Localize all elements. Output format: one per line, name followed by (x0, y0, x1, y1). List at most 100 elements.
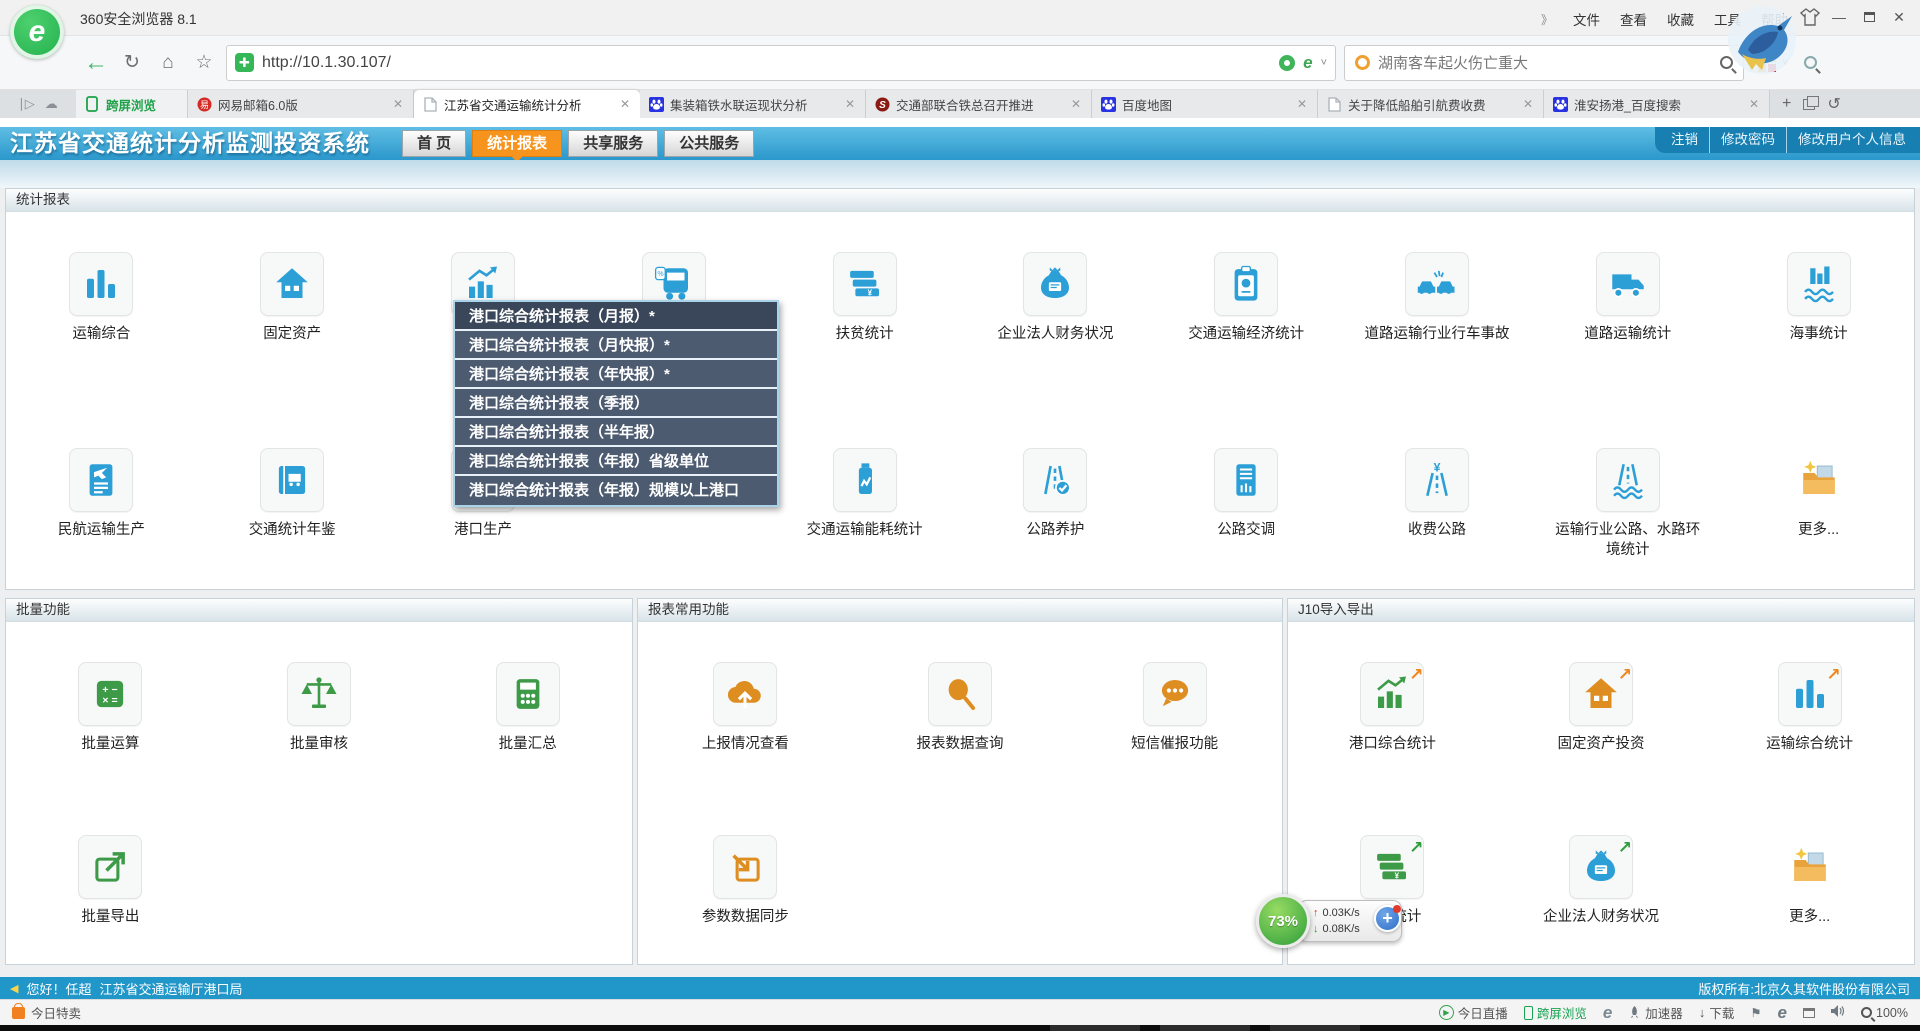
home-button[interactable]: ⌂ (152, 47, 184, 79)
j10-item[interactable]: ↗港口综合统计 (1288, 662, 1497, 835)
close-button[interactable]: ✕ (1884, 5, 1914, 29)
report-tile[interactable] (713, 662, 777, 726)
j10-tile[interactable]: ↗ (1778, 662, 1842, 726)
back-button[interactable]: ← (80, 47, 112, 79)
batch-item[interactable]: 批量汇总 (423, 662, 632, 835)
ie-mode-icon[interactable]: e (1603, 1003, 1612, 1023)
tab-netease-mail[interactable]: 易 网易邮箱6.0版 ✕ (188, 90, 414, 118)
cloud-sync-icon[interactable]: ☁ (45, 96, 58, 112)
stat-tile[interactable] (1214, 252, 1278, 316)
menu-item-quarterly[interactable]: 港口综合统计报表（季报） (455, 389, 777, 418)
change-password-link[interactable]: 修改密码 (1709, 127, 1775, 153)
booster-button[interactable]: 加速器 (1628, 1003, 1683, 1022)
bookmark-star-button[interactable]: ☆ (188, 47, 220, 79)
tab-close-icon[interactable]: ✕ (1069, 97, 1083, 111)
stat-tile[interactable] (1405, 252, 1469, 316)
batch-tile[interactable] (496, 662, 560, 726)
stat-tile[interactable] (1596, 252, 1660, 316)
mode-dropdown-icon[interactable]: ˅ (1321, 57, 1327, 69)
deals-bag-icon[interactable] (12, 1007, 25, 1019)
j10-tile[interactable]: ↗ (1569, 835, 1633, 899)
stat-tile[interactable] (1023, 252, 1087, 316)
j10-tile[interactable]: ↗ (1360, 662, 1424, 726)
tab-close-icon[interactable]: ✕ (1295, 97, 1309, 111)
search-box[interactable]: 湖南客车起火伤亡重大 (1344, 45, 1744, 81)
menu-view[interactable]: 查看 (1620, 9, 1647, 29)
tab-jiangsu-stats[interactable]: 江苏省交通运输统计分析 ✕ (414, 90, 640, 118)
nav-stat-reports[interactable]: 统计报表 (472, 130, 562, 157)
stat-tile[interactable] (69, 448, 133, 512)
memory-percent-ball[interactable]: 73% (1256, 894, 1310, 948)
compat-mode-icon[interactable]: e (1303, 53, 1312, 73)
menu-item-monthly-flash[interactable]: 港口综合统计报表（月快报）* (455, 331, 777, 360)
stat-item[interactable]: 固定资产 (197, 252, 388, 448)
menu-expander-icon[interactable]: 》 (1541, 11, 1553, 28)
deals-link[interactable]: 今日特卖 (31, 1003, 81, 1022)
stat-item[interactable]: ¥扶贫统计 (769, 252, 960, 448)
nav-shared-services[interactable]: 共享服务 (568, 130, 658, 157)
360-wheel-icon[interactable] (1279, 55, 1295, 71)
address-bar[interactable]: ✚ http://10.1.30.107/ e ˅ (226, 45, 1336, 81)
restore-button[interactable] (1854, 5, 1884, 29)
tab-huaian-search[interactable]: 淮安扬港_百度搜索 ✕ (1544, 90, 1770, 118)
stat-tile[interactable]: ¥ (1405, 448, 1469, 512)
stat-item[interactable]: 海事统计 (1723, 252, 1914, 448)
search-suggestion-text[interactable]: 湖南客车起火伤亡重大 (1378, 52, 1720, 73)
stat-item[interactable]: 道路运输行业行车事故 (1342, 252, 1533, 448)
stat-tile[interactable] (260, 448, 324, 512)
window-layout-icon[interactable] (1803, 1008, 1815, 1018)
tab-close-icon[interactable]: ✕ (391, 97, 405, 111)
download-button[interactable]: ↓下载 (1699, 1003, 1735, 1022)
menu-item-annual-large-ports[interactable]: 港口综合统计报表（年报）规模以上港口 (455, 476, 777, 505)
flag-icon[interactable]: ⚑ (1750, 1005, 1761, 1020)
menu-item-annual-provincial[interactable]: 港口综合统计报表（年报）省级单位 (455, 447, 777, 476)
j10-tile[interactable] (1778, 835, 1842, 899)
stat-item[interactable]: 运输综合 (6, 252, 197, 448)
tab-list-icon[interactable] (1803, 99, 1815, 110)
batch-tile[interactable] (78, 835, 142, 899)
stat-tile[interactable] (1787, 252, 1851, 316)
accelerate-plus-button[interactable]: + (1374, 905, 1401, 932)
stat-tile[interactable] (1596, 448, 1660, 512)
cross-screen-button[interactable]: 跨屏浏览 (1524, 1003, 1587, 1022)
stat-tile[interactable] (1023, 448, 1087, 512)
menu-favorites[interactable]: 收藏 (1667, 9, 1694, 29)
menu-item-annual-flash[interactable]: 港口综合统计报表（年快报）* (455, 360, 777, 389)
report-tile[interactable] (713, 835, 777, 899)
tab-pilotage-fee[interactable]: 关于降低船舶引航费收费 ✕ (1318, 90, 1544, 118)
minimize-button[interactable]: — (1824, 5, 1854, 29)
j10-item[interactable]: ↗运输综合统计 (1705, 662, 1914, 835)
j10-item[interactable]: ↗固定资产投资 (1497, 662, 1706, 835)
report-item[interactable]: 短信催报功能 (1067, 662, 1282, 835)
search-engine-icon[interactable] (1355, 55, 1370, 70)
tab-moc-news[interactable]: S 交通部联合铁总召开推进 ✕ (866, 90, 1092, 118)
stat-tile[interactable]: ¥ (833, 252, 897, 316)
tab-close-icon[interactable]: ✕ (1747, 97, 1761, 111)
new-tab-button[interactable]: + (1782, 95, 1791, 113)
zoom-control[interactable]: 100% (1861, 1006, 1908, 1020)
stat-tile[interactable] (69, 252, 133, 316)
tab-scroll-icon[interactable]: ∣▷ (18, 96, 35, 112)
stat-tile[interactable] (1214, 448, 1278, 512)
j10-tile[interactable]: ¥↗ (1360, 835, 1424, 899)
collapse-footer-icon[interactable]: ◀ (10, 982, 18, 995)
j10-tile[interactable]: ↗ (1569, 662, 1633, 726)
report-tile[interactable] (1143, 662, 1207, 726)
stat-tile[interactable] (833, 448, 897, 512)
report-tile[interactable] (928, 662, 992, 726)
tab-close-icon[interactable]: ✕ (843, 97, 857, 111)
stat-item[interactable]: 企业法人财务状况 (960, 252, 1151, 448)
nav-public-services[interactable]: 公共服务 (664, 130, 754, 157)
logout-link[interactable]: 注销 (1671, 127, 1698, 153)
browser-engine-icon[interactable]: e (1778, 1003, 1787, 1023)
batch-item[interactable]: + −× =批量运算 (6, 662, 215, 835)
site-safety-shield-icon[interactable]: ✚ (235, 53, 254, 72)
stat-tile[interactable] (1787, 448, 1851, 512)
tab-container-rail[interactable]: 集装箱铁水联运现状分析 ✕ (640, 90, 866, 118)
menu-file[interactable]: 文件 (1573, 9, 1600, 29)
speed-widget[interactable]: ↑0.03K/s ↓0.08K/s + 73% (1256, 892, 1416, 952)
report-item[interactable]: 上报情况查看 (638, 662, 853, 835)
edit-profile-link[interactable]: 修改用户个人信息 (1786, 127, 1906, 153)
tab-close-icon[interactable]: ✕ (1521, 97, 1535, 111)
find-login-icon[interactable] (1804, 56, 1817, 69)
